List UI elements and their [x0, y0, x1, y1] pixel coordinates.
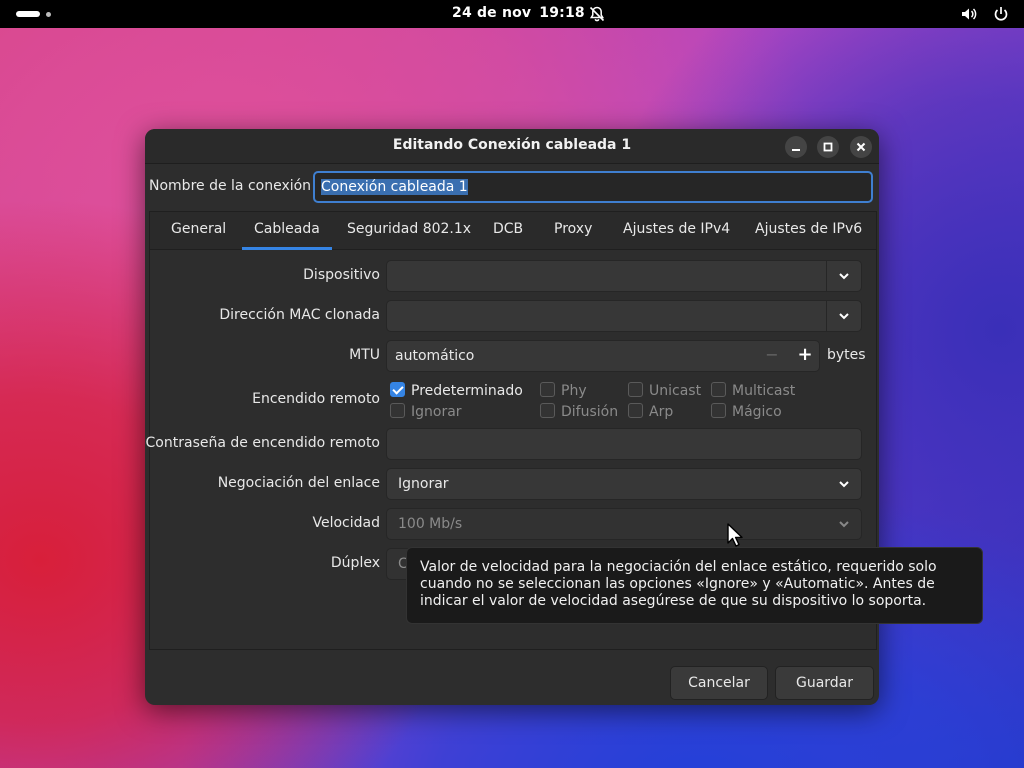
clock[interactable]: 24 de nov 19:18 [452, 5, 585, 21]
device-combo[interactable] [386, 260, 862, 292]
wol-multicast-checkbox[interactable]: Multicast [711, 382, 795, 399]
checkbox-checked [390, 382, 405, 397]
wol-option-label: Arp [649, 404, 674, 420]
system-tray[interactable] [950, 5, 1010, 23]
wol-password-input[interactable] [386, 428, 862, 460]
wol-phy-checkbox[interactable]: Phy [540, 382, 587, 399]
close-button[interactable] [850, 136, 872, 158]
checkbox-unchecked [540, 382, 555, 397]
wol-option-label: Phy [561, 383, 587, 399]
link-negotiation-dropdown[interactable]: Ignorar [386, 468, 862, 500]
minimize-icon [792, 149, 800, 151]
speed-value: 100 Mb/s [398, 516, 463, 532]
wol-unicast-checkbox[interactable]: Unicast [628, 382, 701, 399]
connection-name-label: Nombre de la conexión [149, 178, 312, 194]
checkbox-unchecked [390, 403, 405, 418]
device-label: Dispositivo [303, 267, 380, 283]
mtu-spinbutton[interactable]: automático − + [386, 340, 820, 372]
tab-bar: General Cableada Seguridad 802.1x DCB Pr… [150, 212, 876, 250]
link-negotiation-value: Ignorar [398, 476, 449, 492]
speed-label: Velocidad [312, 515, 381, 531]
mouse-cursor-icon [727, 523, 743, 547]
dialog-title: Editando Conexión cableada 1 [392, 137, 632, 153]
save-button[interactable]: Guardar [775, 666, 874, 700]
wol-option-label: Multicast [732, 383, 796, 399]
speed-tooltip: Valor de velocidad para la negociación d… [406, 547, 983, 624]
workspace-dot [46, 12, 51, 17]
chevron-down-icon [839, 481, 849, 488]
checkbox-unchecked [628, 403, 643, 418]
wol-option-label: Mágico [732, 404, 782, 420]
cloned-mac-dropdown-button[interactable] [826, 301, 861, 331]
wol-password-label: Contraseña de encendido remoto [145, 435, 380, 451]
cloned-mac-combo[interactable] [386, 300, 862, 332]
mtu-increment-button[interactable]: + [795, 344, 815, 366]
chevron-down-icon [839, 273, 849, 280]
checkbox-unchecked [711, 403, 726, 418]
connection-name-input[interactable]: Conexión cableada 1 [313, 171, 873, 203]
wol-arp-checkbox[interactable]: Arp [628, 403, 673, 420]
connection-name-value: Conexión cableada 1 [321, 179, 468, 195]
workspace-active-pill [16, 11, 40, 17]
chevron-down-icon [839, 521, 849, 528]
mtu-value: automático [395, 348, 475, 364]
chevron-down-icon [839, 313, 849, 320]
dialog-titlebar[interactable]: Editando Conexión cableada 1 [145, 129, 879, 164]
close-icon [856, 142, 866, 152]
volume-icon [961, 8, 976, 20]
mtu-unit: bytes [827, 347, 866, 363]
mtu-label: MTU [349, 347, 380, 363]
wol-ignorar-checkbox[interactable]: Ignorar [390, 403, 462, 420]
wol-predeterminado-checkbox[interactable]: Predeterminado [390, 382, 523, 399]
mtu-decrement-button[interactable]: − [762, 345, 782, 367]
wol-difusion-checkbox[interactable]: Difusión [540, 403, 618, 420]
tab-cableada[interactable]: Cableada [242, 221, 332, 250]
cancel-button[interactable]: Cancelar [670, 666, 768, 700]
clock-date: 24 de nov [452, 5, 532, 21]
speed-dropdown[interactable]: 100 Mb/s [386, 508, 862, 540]
wol-option-label: Ignorar [411, 404, 462, 420]
checkbox-unchecked [628, 382, 643, 397]
tab-ipv4[interactable]: Ajustes de IPv4 [623, 221, 730, 237]
power-icon [994, 7, 1008, 21]
cloned-mac-label: Dirección MAC clonada [219, 307, 380, 323]
tab-seguridad-8021x[interactable]: Seguridad 802.1x [347, 221, 471, 237]
maximize-button[interactable] [817, 136, 839, 158]
minimize-button[interactable] [785, 136, 807, 158]
notifications-off-icon [589, 6, 605, 22]
checkbox-unchecked [711, 382, 726, 397]
wake-on-lan-label: Encendido remoto [252, 391, 380, 407]
clock-time: 19:18 [539, 5, 585, 21]
wol-option-label: Difusión [561, 404, 619, 420]
wol-magico-checkbox[interactable]: Mágico [711, 403, 782, 420]
device-dropdown-button[interactable] [826, 261, 861, 291]
maximize-icon [823, 142, 833, 152]
tab-proxy[interactable]: Proxy [554, 221, 592, 237]
top-bar: 24 de nov 19:18 [0, 0, 1024, 28]
tab-dcb[interactable]: DCB [493, 221, 523, 237]
tab-general[interactable]: General [171, 221, 226, 237]
wol-option-label: Predeterminado [411, 383, 523, 399]
link-negotiation-label: Negociación del enlace [217, 475, 380, 491]
tab-ipv6[interactable]: Ajustes de IPv6 [755, 221, 862, 237]
checkbox-unchecked [540, 403, 555, 418]
wol-option-label: Unicast [649, 383, 702, 399]
duplex-label: Dúplex [330, 555, 380, 571]
